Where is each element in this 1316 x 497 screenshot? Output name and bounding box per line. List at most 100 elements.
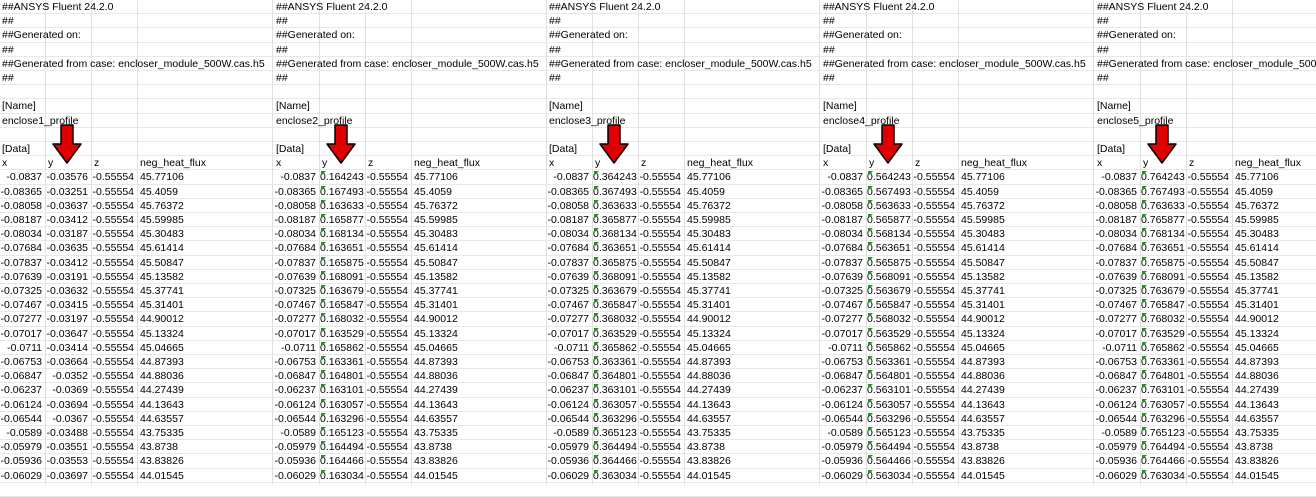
flux-value-cell[interactable]: 43.75335 [140, 426, 184, 440]
y-value-cell[interactable]: 0.364494 [593, 440, 637, 454]
name-tag-cell[interactable]: [Name] [823, 99, 857, 113]
x-value-cell[interactable]: -0.07684 [274, 241, 316, 255]
flux-value-cell[interactable]: 44.87393 [687, 355, 731, 369]
y-value-cell[interactable]: 0.165123 [320, 426, 364, 440]
y-value-cell[interactable]: 0.767493 [1141, 185, 1185, 199]
column-header-neg-heat-flux[interactable]: neg_heat_flux [1235, 156, 1301, 170]
y-value-cell[interactable]: 0.165862 [320, 341, 364, 355]
z-value-cell[interactable]: -0.55554 [913, 341, 955, 355]
x-value-cell[interactable]: -0.07837 [547, 256, 589, 270]
header-line-cell[interactable]: ##Generated on: [2, 28, 81, 42]
x-value-cell[interactable]: -0.0837 [274, 170, 316, 184]
flux-value-cell[interactable]: 44.27439 [687, 383, 731, 397]
z-value-cell[interactable]: -0.55554 [639, 312, 681, 326]
y-value-cell[interactable]: 0.565875 [867, 256, 911, 270]
data-tag-cell[interactable]: [Data] [549, 142, 577, 156]
header-line-cell[interactable]: ##Generated on: [549, 28, 628, 42]
x-value-cell[interactable]: -0.07837 [821, 256, 863, 270]
x-value-cell[interactable]: -0.07467 [1095, 298, 1137, 312]
x-value-cell[interactable]: -0.06753 [274, 355, 316, 369]
data-tag-cell[interactable]: [Data] [1097, 142, 1125, 156]
x-value-cell[interactable]: -0.06847 [821, 369, 863, 383]
x-value-cell[interactable]: -0.07277 [821, 312, 863, 326]
header-line-cell[interactable]: ## [276, 43, 288, 57]
z-value-cell[interactable]: -0.55554 [366, 284, 408, 298]
y-value-cell[interactable]: 0.164243 [320, 170, 364, 184]
y-value-cell[interactable]: 0.763057 [1141, 398, 1185, 412]
x-value-cell[interactable]: -0.05979 [821, 440, 863, 454]
z-value-cell[interactable]: -0.55554 [92, 227, 134, 241]
z-value-cell[interactable]: -0.55554 [913, 185, 955, 199]
y-value-cell[interactable]: -0.03635 [46, 241, 88, 255]
y-value-cell[interactable]: 0.168091 [320, 270, 364, 284]
z-value-cell[interactable]: -0.55554 [913, 412, 955, 426]
z-value-cell[interactable]: -0.55554 [639, 199, 681, 213]
x-value-cell[interactable]: -0.07837 [274, 256, 316, 270]
y-value-cell[interactable]: 0.163651 [320, 241, 364, 255]
y-value-cell[interactable]: 0.163529 [320, 327, 364, 341]
y-value-cell[interactable]: -0.03412 [46, 213, 88, 227]
z-value-cell[interactable]: -0.55554 [366, 469, 408, 483]
x-value-cell[interactable]: -0.08058 [821, 199, 863, 213]
x-value-cell[interactable]: -0.07277 [1095, 312, 1137, 326]
z-value-cell[interactable]: -0.55554 [92, 241, 134, 255]
y-value-cell[interactable]: -0.03412 [46, 256, 88, 270]
flux-value-cell[interactable]: 45.59985 [1235, 213, 1279, 227]
flux-value-cell[interactable]: 45.30483 [1235, 227, 1279, 241]
flux-value-cell[interactable]: 45.77106 [414, 170, 458, 184]
flux-value-cell[interactable]: 43.75335 [961, 426, 1005, 440]
y-value-cell[interactable]: 0.563101 [867, 383, 911, 397]
y-value-cell[interactable]: -0.03664 [46, 355, 88, 369]
header-line-cell[interactable]: ## [2, 14, 14, 28]
z-value-cell[interactable]: -0.55554 [913, 469, 955, 483]
x-value-cell[interactable]: -0.0589 [274, 426, 316, 440]
column-header-z[interactable]: z [641, 156, 646, 170]
x-value-cell[interactable]: -0.07277 [547, 312, 589, 326]
column-header-z[interactable]: z [1189, 156, 1194, 170]
y-value-cell[interactable]: 0.768134 [1141, 227, 1185, 241]
x-value-cell[interactable]: -0.0837 [1095, 170, 1137, 184]
z-value-cell[interactable]: -0.55554 [913, 312, 955, 326]
x-value-cell[interactable]: -0.0711 [547, 341, 589, 355]
x-value-cell[interactable]: -0.06544 [0, 412, 42, 426]
x-value-cell[interactable]: -0.07325 [821, 284, 863, 298]
x-value-cell[interactable]: -0.07017 [0, 327, 42, 341]
header-line-cell[interactable]: ## [823, 71, 835, 85]
z-value-cell[interactable]: -0.55554 [1187, 213, 1229, 227]
y-value-cell[interactable]: 0.363651 [593, 241, 637, 255]
z-value-cell[interactable]: -0.55554 [1187, 185, 1229, 199]
y-value-cell[interactable]: 0.765123 [1141, 426, 1185, 440]
flux-value-cell[interactable]: 44.27439 [140, 383, 184, 397]
z-value-cell[interactable]: -0.55554 [1187, 256, 1229, 270]
flux-value-cell[interactable]: 45.61414 [961, 241, 1005, 255]
x-value-cell[interactable]: -0.06237 [0, 383, 42, 397]
flux-value-cell[interactable]: 44.87393 [414, 355, 458, 369]
x-value-cell[interactable]: -0.0589 [0, 426, 42, 440]
y-value-cell[interactable]: 0.563633 [867, 199, 911, 213]
y-value-cell[interactable]: 0.165877 [320, 213, 364, 227]
x-value-cell[interactable]: -0.07684 [1095, 241, 1137, 255]
y-value-cell[interactable]: -0.03694 [46, 398, 88, 412]
x-value-cell[interactable]: -0.06124 [1095, 398, 1137, 412]
y-value-cell[interactable]: 0.765877 [1141, 213, 1185, 227]
x-value-cell[interactable]: -0.06237 [547, 383, 589, 397]
flux-value-cell[interactable]: 45.4059 [961, 185, 999, 199]
flux-value-cell[interactable]: 44.27439 [961, 383, 1005, 397]
y-value-cell[interactable]: 0.763529 [1141, 327, 1185, 341]
x-value-cell[interactable]: -0.06544 [274, 412, 316, 426]
flux-value-cell[interactable]: 45.37741 [687, 284, 731, 298]
z-value-cell[interactable]: -0.55554 [913, 213, 955, 227]
y-value-cell[interactable]: 0.765875 [1141, 256, 1185, 270]
x-value-cell[interactable]: -0.08365 [0, 185, 42, 199]
y-value-cell[interactable]: 0.368091 [593, 270, 637, 284]
y-value-cell[interactable]: 0.363633 [593, 199, 637, 213]
z-value-cell[interactable]: -0.55554 [639, 227, 681, 241]
x-value-cell[interactable]: -0.0711 [0, 341, 42, 355]
x-value-cell[interactable]: -0.08058 [1095, 199, 1137, 213]
y-value-cell[interactable]: 0.563361 [867, 355, 911, 369]
y-value-cell[interactable]: -0.03553 [46, 454, 88, 468]
column-header-z[interactable]: z [94, 156, 99, 170]
column-header-x[interactable]: x [2, 156, 7, 170]
x-value-cell[interactable]: -0.07467 [821, 298, 863, 312]
x-value-cell[interactable]: -0.0589 [547, 426, 589, 440]
